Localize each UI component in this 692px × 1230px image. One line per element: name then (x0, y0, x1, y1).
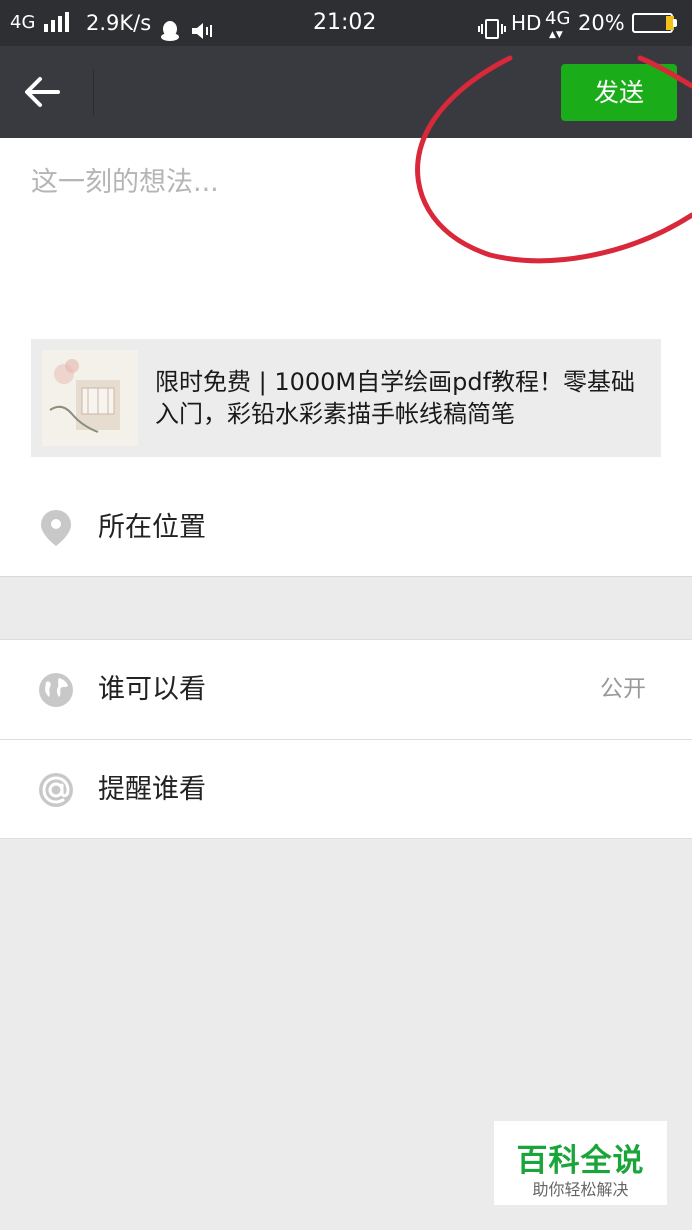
compose-panel: 限时免费 | 1000M自学绘画pdf教程！零基础入门，彩铅水彩素描手帐线稿简笔… (0, 138, 692, 577)
watermark-logo: 百科全说 助你轻松解决 (494, 1121, 667, 1205)
watermark-subtitle: 助你轻松解决 (532, 1180, 629, 1199)
header-divider (93, 70, 94, 116)
vibrate-sound-icon (190, 12, 216, 39)
network-type-left: 4G (10, 12, 36, 33)
clock: 21:02 (313, 10, 377, 35)
send-button[interactable]: 发送 (561, 64, 677, 121)
who-can-see-label: 谁可以看 (98, 674, 206, 705)
top-bar: 发送 (0, 46, 692, 138)
who-can-see-row[interactable]: 谁可以看 公开 (0, 640, 692, 739)
status-bar: 4G 2.9K/s 21:02 HD 4G ▲▼ 20% (0, 0, 692, 46)
shared-link-title: 限时免费 | 1000M自学绘画pdf教程！零基础入门，彩铅水彩素描手帐线稿简笔 (155, 368, 636, 428)
data-activity-icon: ▲▼ (549, 30, 563, 40)
globe-icon (39, 673, 73, 707)
at-sign-icon (39, 773, 73, 807)
back-arrow-icon (25, 77, 60, 107)
watermark-title: 百科全说 (516, 1143, 645, 1179)
qq-penguin-icon (160, 12, 180, 41)
privacy-group: 谁可以看 公开 提醒谁看 (0, 639, 692, 839)
thought-input[interactable] (31, 152, 651, 212)
location-row[interactable]: 所在位置 (0, 478, 692, 577)
remind-who-row[interactable]: 提醒谁看 (0, 740, 692, 839)
shared-link-card[interactable]: 限时免费 | 1000M自学绘画pdf教程！零基础入门，彩铅水彩素描手帐线稿简笔 (31, 339, 661, 457)
hd-voice-label: HD (511, 11, 542, 35)
signal-strength-icon (44, 12, 69, 32)
location-label: 所在位置 (98, 512, 206, 543)
battery-icon (632, 13, 677, 33)
battery-percent: 20% (578, 11, 625, 35)
network-speed: 2.9K/s (86, 11, 152, 35)
remind-who-label: 提醒谁看 (98, 774, 206, 805)
location-pin-icon (41, 510, 71, 546)
section-divider (0, 576, 692, 577)
shared-link-thumbnail (42, 350, 138, 446)
who-can-see-value: 公开 (600, 676, 646, 702)
vibrate-mode-icon (478, 11, 506, 39)
back-button[interactable] (22, 72, 72, 112)
